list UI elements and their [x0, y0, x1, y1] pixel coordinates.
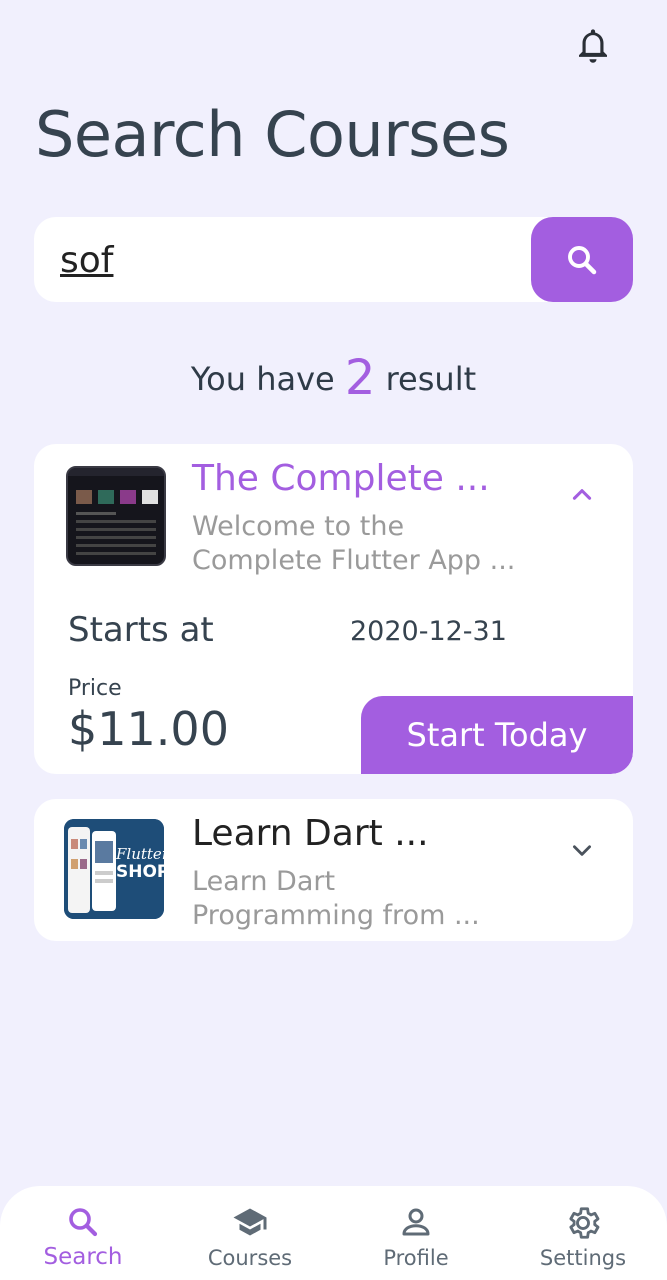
course-description-line1: Welcome to the: [192, 511, 405, 542]
nav-label: Search: [43, 1244, 123, 1270]
course-description-line1: Learn Dart: [192, 866, 336, 897]
nav-label: Profile: [383, 1246, 449, 1270]
chevron-up-icon[interactable]: [569, 482, 595, 508]
course-thumbnail: Flutter SHOP: [64, 819, 164, 919]
graduation-cap-icon: [233, 1208, 267, 1236]
nav-item-profile[interactable]: Profile: [333, 1186, 499, 1280]
chevron-down-icon[interactable]: [569, 837, 595, 863]
search-input[interactable]: [60, 234, 520, 286]
bell-icon[interactable]: [572, 24, 614, 68]
course-description-line2: Complete Flutter App ...: [192, 545, 516, 576]
nav-item-settings[interactable]: Settings: [500, 1186, 666, 1280]
search-icon: [69, 1208, 98, 1237]
course-card[interactable]: Flutter SHOP Learn Dart ... Learn Dart Pr…: [34, 799, 633, 941]
search-button[interactable]: [531, 217, 633, 302]
price-label: Price: [68, 676, 122, 701]
nav-label: Courses: [207, 1246, 293, 1270]
person-icon: [402, 1208, 430, 1236]
results-count: 2: [344, 350, 376, 406]
search-icon: [568, 245, 597, 274]
results-summary: You have 2 result: [0, 350, 667, 406]
starts-label: Starts at: [68, 610, 214, 650]
results-suffix: result: [385, 360, 477, 398]
price-value: $11.00: [68, 702, 229, 756]
search-bar: [34, 217, 633, 302]
nav-label: Settings: [539, 1246, 627, 1270]
results-prefix: You have: [190, 360, 335, 398]
gear-icon: [569, 1207, 600, 1239]
course-description-line2: Programming from ...: [192, 900, 480, 931]
flutter-shop-logo: Flutter SHOP: [116, 845, 164, 882]
page-title: Search Courses: [35, 98, 510, 171]
start-today-button[interactable]: Start Today: [361, 696, 633, 774]
course-thumbnail: [66, 466, 166, 566]
course-title: The Complete ...: [192, 458, 490, 499]
nav-item-search[interactable]: Search: [0, 1186, 166, 1280]
course-card[interactable]: The Complete ... Welcome to the Complete…: [34, 444, 633, 774]
course-title: Learn Dart ...: [192, 813, 429, 854]
dashboard-preview-image: [68, 468, 164, 555]
starts-date: 2020-12-31: [350, 616, 507, 647]
nav-item-courses[interactable]: Courses: [167, 1186, 333, 1280]
bottom-navigation: Search Courses Profile Settings: [0, 1186, 667, 1280]
